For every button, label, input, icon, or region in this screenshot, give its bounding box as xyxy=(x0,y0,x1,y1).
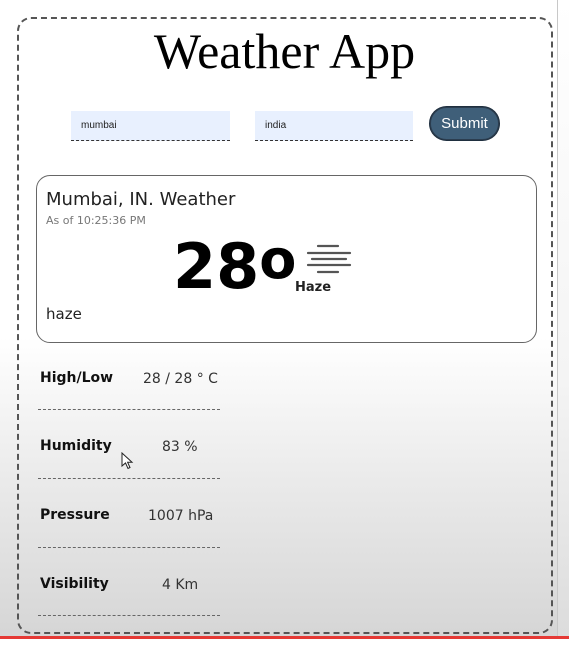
pressure-value: 1007 hPa xyxy=(148,508,214,524)
submit-button[interactable]: Submit xyxy=(430,107,499,140)
location-heading: Mumbai, IN. Weather xyxy=(46,189,236,210)
humidity-value: 83 % xyxy=(162,439,198,455)
country-input[interactable] xyxy=(255,111,413,141)
temperature-value: 28 xyxy=(173,230,260,303)
condition-description: haze xyxy=(46,305,82,323)
visibility-value: 4 Km xyxy=(162,577,199,593)
visibility-label: Visibility xyxy=(40,576,109,592)
bottom-strip xyxy=(0,639,569,649)
divider xyxy=(38,615,220,616)
divider xyxy=(38,478,220,479)
divider xyxy=(38,547,220,548)
degree-symbol: o xyxy=(259,228,297,291)
temperature-display: 28o xyxy=(173,228,296,305)
high-low-label: High/Low xyxy=(40,370,114,386)
app-viewport: Weather App Submit Mumbai, IN. Weather A… xyxy=(0,0,569,649)
pressure-label: Pressure xyxy=(40,507,110,523)
divider xyxy=(38,409,220,410)
haze-icon xyxy=(306,244,352,274)
condition-label: Haze xyxy=(295,280,332,295)
timestamp: As of 10:25:36 PM xyxy=(46,214,146,227)
window-edge xyxy=(557,0,569,636)
high-low-value: 28 / 28 ° C xyxy=(143,371,218,387)
humidity-label: Humidity xyxy=(40,438,112,454)
mouse-cursor-icon xyxy=(121,452,134,470)
app-title: Weather App xyxy=(153,23,416,79)
city-input[interactable] xyxy=(71,111,230,141)
